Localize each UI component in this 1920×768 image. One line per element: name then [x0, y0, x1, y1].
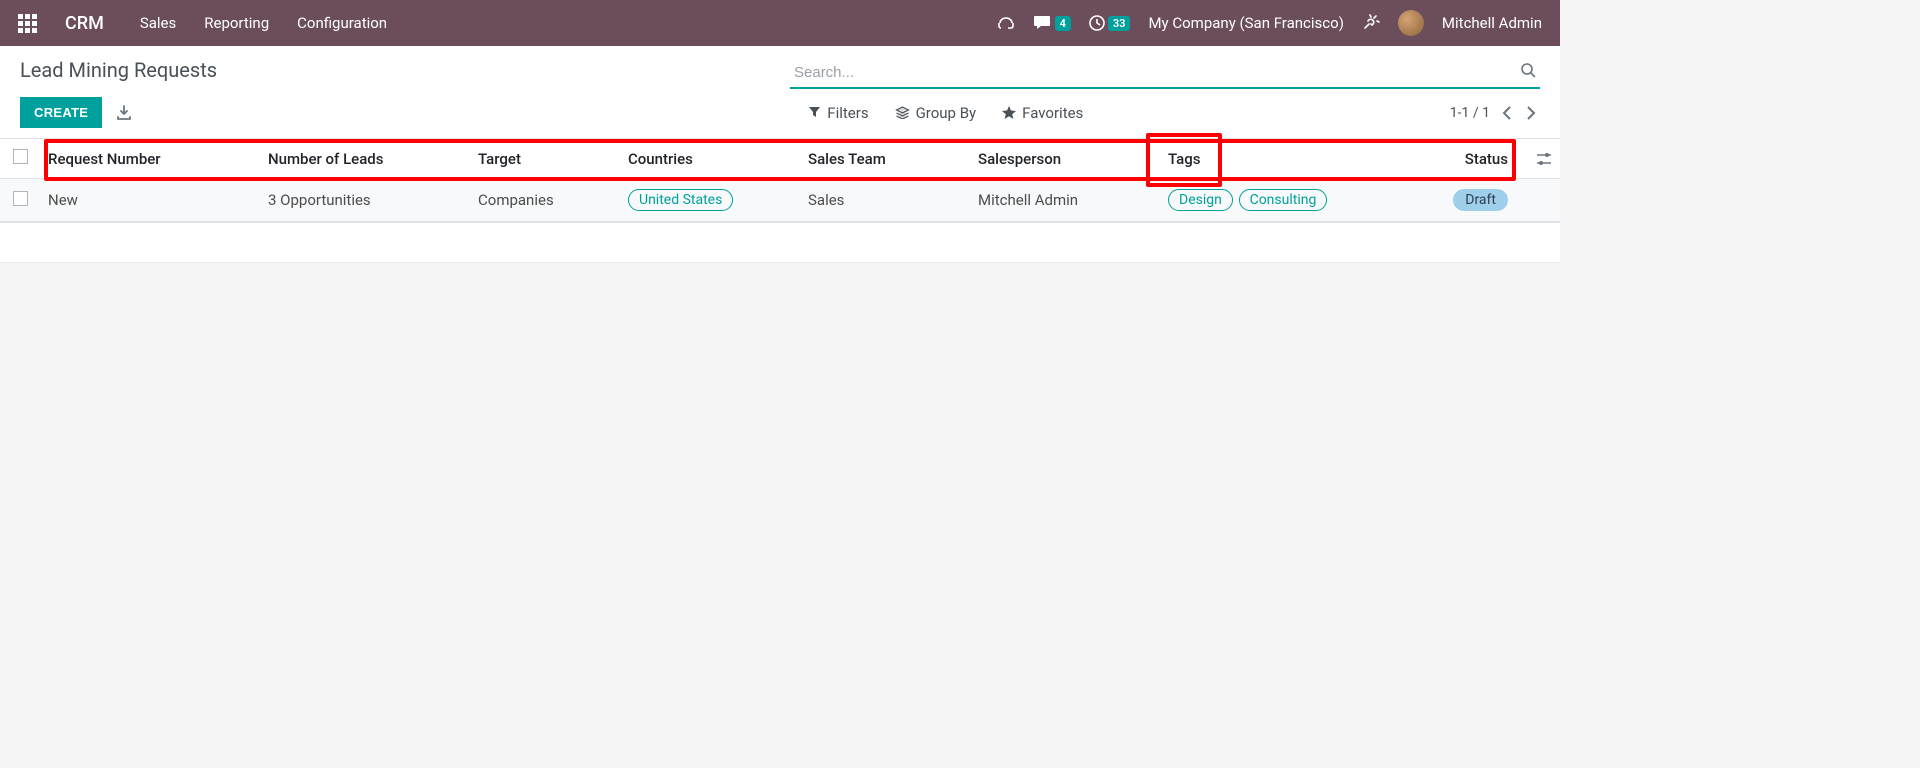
messages-icon[interactable]: 4 — [1034, 15, 1071, 31]
header-num-leads[interactable]: Number of Leads — [260, 139, 470, 179]
list-table: Request Number Number of Leads Target Co… — [0, 139, 1560, 222]
top-navbar: CRM Sales Reporting Configuration 4 33 M… — [0, 0, 1560, 46]
header-sales-team[interactable]: Sales Team — [800, 139, 970, 179]
tag-pill: Consulting — [1239, 189, 1328, 211]
nav-reporting[interactable]: Reporting — [204, 14, 269, 32]
table-wrap: Request Number Number of Leads Target Co… — [0, 139, 1560, 223]
favorites-label: Favorites — [1022, 104, 1083, 122]
table-row[interactable]: New 3 Opportunities Companies United Sta… — [0, 179, 1560, 222]
tag-pill: Design — [1168, 189, 1233, 211]
groupby-label: Group By — [916, 104, 977, 122]
activities-badge: 33 — [1108, 16, 1131, 31]
star-icon — [1002, 106, 1016, 119]
page-title: Lead Mining Requests — [20, 58, 790, 82]
table-header-row: Request Number Number of Leads Target Co… — [0, 139, 1560, 179]
app-brand[interactable]: CRM — [65, 13, 104, 34]
layers-icon — [895, 106, 910, 119]
pager-next[interactable] — [1524, 106, 1538, 120]
cell-target: Companies — [470, 179, 620, 222]
header-salesperson[interactable]: Salesperson — [970, 139, 1160, 179]
cell-tags: Design Consulting — [1160, 179, 1410, 222]
cell-countries: United States — [620, 179, 800, 222]
header-checkbox-col — [0, 139, 40, 179]
header-tags[interactable]: Tags — [1160, 139, 1410, 179]
nav-menu: Sales Reporting Configuration — [140, 14, 387, 32]
filters-label: Filters — [827, 104, 868, 122]
apps-icon[interactable] — [18, 14, 37, 33]
support-icon[interactable] — [996, 15, 1016, 31]
status-pill: Draft — [1453, 189, 1508, 211]
select-all-checkbox[interactable] — [13, 149, 28, 164]
cell-sales-team: Sales — [800, 179, 970, 222]
search-input[interactable] — [790, 58, 1540, 89]
import-icon[interactable] — [116, 105, 132, 121]
sliders-icon — [1536, 152, 1552, 166]
nav-left: CRM Sales Reporting Configuration — [18, 13, 387, 34]
header-settings[interactable] — [1528, 139, 1560, 179]
nav-configuration[interactable]: Configuration — [297, 14, 387, 32]
row-checkbox[interactable] — [13, 191, 28, 206]
filters-button[interactable]: Filters — [808, 104, 868, 122]
header-request-number[interactable]: Request Number — [40, 139, 260, 179]
groupby-button[interactable]: Group By — [895, 104, 977, 122]
header-target[interactable]: Target — [470, 139, 620, 179]
header-status[interactable]: Status — [1410, 139, 1528, 179]
cell-salesperson: Mitchell Admin — [970, 179, 1160, 222]
debug-icon[interactable] — [1362, 14, 1380, 32]
header-tags-label: Tags — [1168, 150, 1200, 168]
control-panel: Lead Mining Requests CREATE Filters Grou… — [0, 46, 1560, 139]
country-pill: United States — [628, 189, 733, 211]
nav-right: 4 33 My Company (San Francisco) Mitchell… — [996, 10, 1542, 36]
nav-sales[interactable]: Sales — [140, 14, 176, 32]
table-footer-spacer — [0, 223, 1560, 263]
messages-badge: 4 — [1055, 16, 1071, 31]
search-icon[interactable] — [1520, 62, 1536, 78]
cell-num-leads: 3 Opportunities — [260, 179, 470, 222]
company-selector[interactable]: My Company (San Francisco) — [1148, 14, 1343, 32]
pager[interactable]: 1-1 / 1 — [1450, 105, 1490, 121]
favorites-button[interactable]: Favorites — [1002, 104, 1083, 122]
cell-request-number: New — [40, 179, 260, 222]
filter-icon — [808, 106, 821, 119]
avatar[interactable] — [1398, 10, 1424, 36]
header-countries[interactable]: Countries — [620, 139, 800, 179]
search-wrap — [790, 58, 1540, 89]
cell-status: Draft — [1410, 179, 1528, 222]
activities-icon[interactable]: 33 — [1089, 15, 1131, 31]
pager-prev[interactable] — [1500, 106, 1514, 120]
username[interactable]: Mitchell Admin — [1442, 14, 1542, 32]
create-button[interactable]: CREATE — [20, 97, 102, 128]
